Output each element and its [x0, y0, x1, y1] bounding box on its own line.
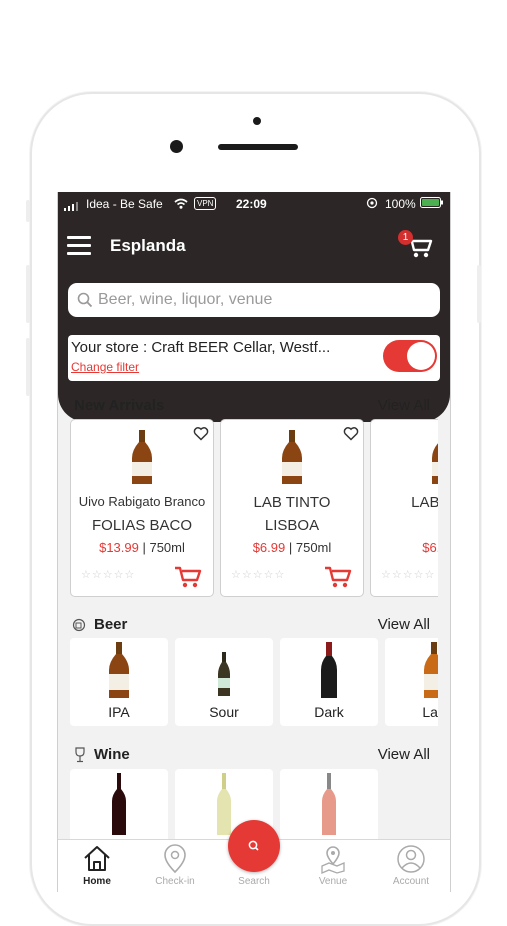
rating-stars: ☆☆☆☆☆	[381, 569, 436, 581]
app-top-bar: Esplanda 1	[58, 226, 450, 266]
nav-venue-label: Venue	[318, 876, 348, 887]
carrier-label: Idea - Be Safe	[86, 197, 163, 211]
change-filter-link[interactable]: Change filter	[71, 360, 139, 374]
nav-account[interactable]: Account	[376, 840, 446, 892]
wine-bottle-image	[316, 773, 342, 840]
menu-icon[interactable]	[67, 236, 91, 256]
beer-bottle-image	[429, 430, 438, 491]
nav-checkin-label: Check-in	[155, 876, 195, 887]
rating-stars: ☆☆☆☆☆	[231, 569, 286, 581]
product-name-line1: LAB TINTO	[253, 494, 331, 511]
home-icon	[84, 846, 110, 871]
nav-home[interactable]: Home	[62, 840, 132, 892]
category-card-dark[interactable]: Dark	[280, 638, 378, 726]
phone-volume-up	[26, 265, 30, 323]
product-name-line1: Uivo Rabigato Branco	[78, 494, 206, 509]
add-to-cart-icon[interactable]	[173, 564, 203, 595]
product-price: $6.99	[252, 540, 286, 555]
category-label: IPA	[108, 704, 130, 720]
wifi-icon	[174, 198, 188, 212]
nav-home-label: Home	[83, 876, 111, 887]
category-card-sour[interactable]: Sour	[175, 638, 273, 726]
phone-camera	[170, 140, 183, 153]
product-name-line1: LAB VINI	[411, 494, 438, 511]
search-placeholder: Beer, wine, liquor, venue	[98, 291, 273, 308]
app-screen: Idea - Be Safe VPN 22:09 100% Esplanda 1…	[57, 192, 451, 892]
store-toggle[interactable]	[383, 340, 437, 372]
beer-categories[interactable]: IPA Sour Dark Lag	[70, 638, 438, 728]
search-icon	[77, 292, 93, 313]
cart-button[interactable]: 1	[398, 230, 436, 262]
battery-percent: 100%	[385, 197, 416, 211]
wine-section-header: Wine View All	[58, 744, 450, 766]
store-name: Your store : Craft BEER Cellar, Westf...	[71, 339, 331, 356]
beer-bottle-image	[129, 430, 155, 491]
category-label: Dark	[314, 704, 344, 720]
product-name-line2: LISBOA	[264, 517, 320, 534]
product-card[interactable]: LAB TINTO LISBOA $6.99 | 750ml ☆☆☆☆☆	[220, 419, 364, 597]
wine-section-title: Wine	[94, 746, 130, 763]
phone-side-button	[26, 200, 30, 222]
search-icon	[248, 840, 259, 851]
beer-section-header: Beer View All	[58, 614, 450, 636]
nav-account-label: Account	[392, 876, 430, 887]
app-title: Esplanda	[110, 236, 186, 255]
beer-bottle-image	[106, 642, 132, 705]
location-pin-icon	[164, 844, 186, 874]
product-name-line2: FOLIAS BACO	[91, 517, 193, 534]
product-price: $13.99	[99, 540, 139, 555]
new-arrivals-title: New Arrivals	[74, 397, 165, 414]
phone-power-button	[477, 265, 481, 323]
product-card[interactable]: LAB VINI $6.99 | ☆☆☆☆☆	[370, 419, 438, 597]
status-time: 22:09	[236, 197, 267, 211]
beer-bottle-image	[279, 430, 305, 491]
category-card-lager[interactable]: Lag	[385, 638, 438, 726]
nav-checkin[interactable]: Check-in	[140, 840, 210, 892]
product-price: $6.99	[422, 540, 438, 555]
favorite-heart-icon[interactable]	[343, 426, 359, 446]
phone-speaker	[218, 144, 298, 150]
vpn-badge: VPN	[194, 197, 217, 210]
beer-bottle-image	[211, 642, 237, 705]
beer-section-title: Beer	[94, 616, 128, 633]
category-label: Sour	[209, 704, 239, 720]
favorite-heart-icon[interactable]	[193, 426, 209, 446]
signal-icon	[64, 200, 80, 214]
beer-bottle-image	[421, 642, 438, 705]
new-arrivals-carousel[interactable]: Uivo Rabigato Branco FOLIAS BACO $13.99 …	[70, 419, 438, 597]
wine-view-all[interactable]: View All	[378, 746, 430, 763]
phone-sensor	[253, 117, 261, 125]
category-card-ipa[interactable]: IPA	[70, 638, 168, 726]
venue-map-icon	[321, 846, 345, 874]
beer-bottle-image	[316, 642, 342, 705]
cart-badge: 1	[398, 230, 413, 245]
product-size: | 750ml	[288, 540, 332, 555]
beer-mug-icon	[72, 618, 86, 637]
nav-search-label: Search	[238, 876, 270, 887]
search-fab-button[interactable]	[228, 820, 280, 872]
product-size: | 750ml	[142, 540, 185, 555]
category-label: Lag	[422, 704, 438, 720]
new-arrivals-header: New Arrivals View All	[58, 395, 450, 417]
product-price-line: $13.99 | 750ml	[71, 540, 213, 555]
phone-volume-down	[26, 338, 30, 396]
product-card[interactable]: Uivo Rabigato Branco FOLIAS BACO $13.99 …	[70, 419, 214, 597]
rating-stars: ☆☆☆☆☆	[81, 569, 136, 581]
wine-bottle-image	[106, 773, 132, 840]
account-icon	[397, 845, 425, 873]
product-price-line: $6.99 | 750ml	[221, 540, 363, 555]
orientation-lock-icon	[366, 197, 378, 212]
search-input[interactable]: Beer, wine, liquor, venue	[68, 283, 440, 317]
add-to-cart-icon[interactable]	[323, 564, 353, 595]
new-arrivals-view-all[interactable]: View All	[378, 397, 430, 414]
beer-view-all[interactable]: View All	[378, 616, 430, 633]
status-bar: Idea - Be Safe VPN 22:09 100%	[58, 192, 450, 214]
wine-glass-icon	[74, 747, 86, 768]
nav-venue[interactable]: Venue	[298, 840, 368, 892]
store-selector: Your store : Craft BEER Cellar, Westf...…	[68, 335, 440, 381]
battery-icon	[420, 197, 444, 211]
product-price-line: $6.99 |	[371, 540, 438, 555]
